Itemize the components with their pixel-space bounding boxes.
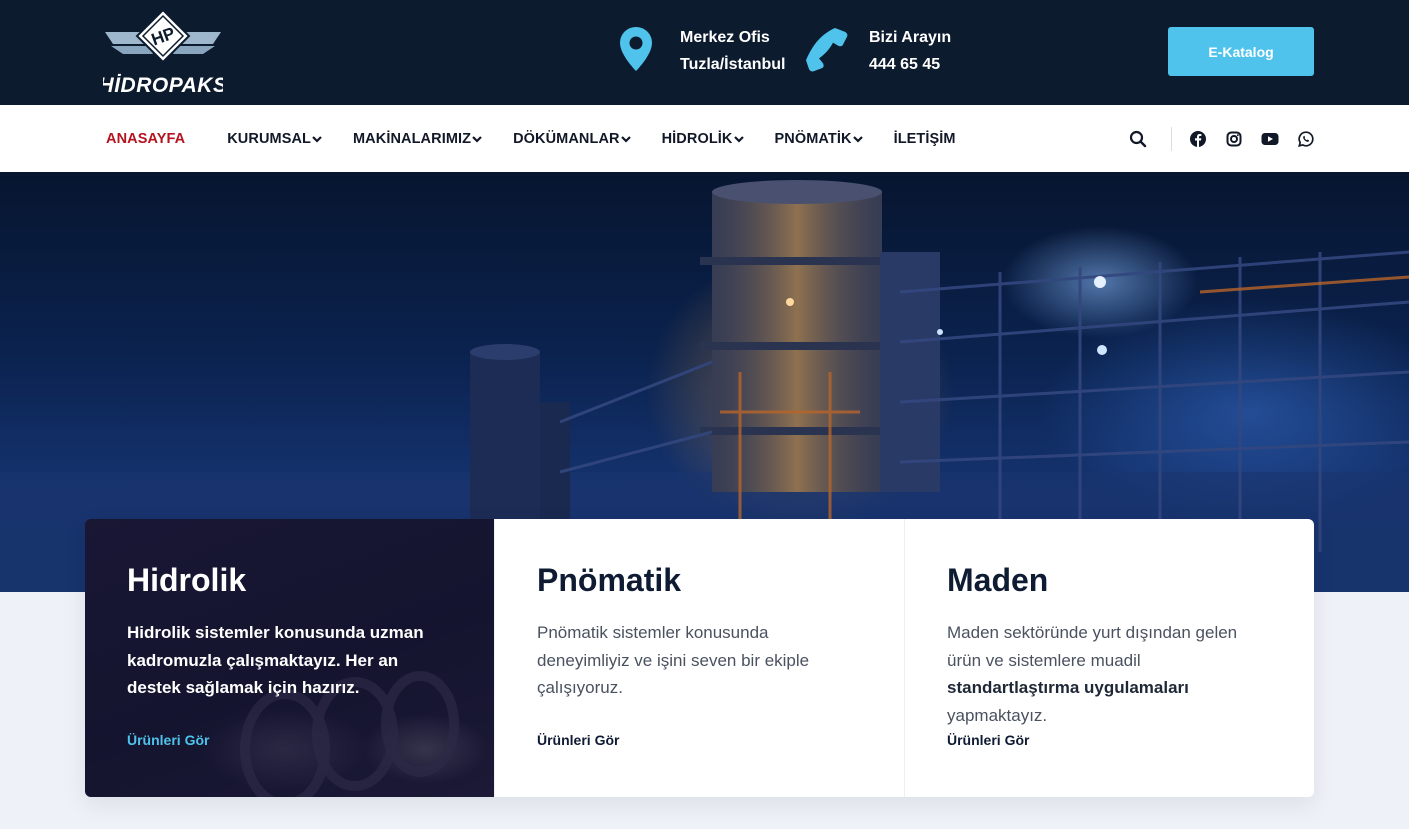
nav-item-label: ANASAYFA: [106, 130, 186, 147]
card-text: Maden sektöründe yurt dışından gelen ürü…: [947, 619, 1273, 729]
office-title: Merkez Ofis: [680, 29, 770, 46]
card-pnomatik: Pnömatik Pnömatik sistemler konusunda de…: [494, 519, 904, 797]
nav-item-label: DÖKÜMANLAR: [513, 130, 620, 147]
chevron-down-icon: [852, 135, 863, 143]
e-catalog-button[interactable]: E-Katalog: [1168, 27, 1314, 76]
whatsapp-icon[interactable]: [1297, 130, 1315, 148]
nav-item-pnomatik[interactable]: PNÖMATİK: [775, 131, 863, 147]
card-title: Maden: [947, 562, 1049, 598]
hidropaks-logo[interactable]: HP HİDROPAKS: [99, 8, 227, 97]
nav-item-makinalarimiz[interactable]: MAKİNALARIMIZ: [353, 131, 482, 147]
card-title: Pnömatik: [537, 562, 682, 598]
youtube-icon[interactable]: [1261, 130, 1279, 148]
card-title: Hidrolik: [127, 562, 247, 598]
card-text-bold: standartlaştırma uygulamaları: [947, 678, 1189, 697]
nav-item-label: MAKİNALARIMIZ: [353, 130, 472, 147]
facebook-icon[interactable]: [1189, 130, 1207, 148]
card-text-part: Maden sektöründe yurt dışından gelen ürü…: [947, 623, 1238, 670]
phone-number[interactable]: 444 65 45: [869, 51, 951, 78]
nav-item-kurumsal[interactable]: KURUMSAL: [227, 131, 322, 147]
service-cards: Hidrolik Hidrolik sistemler konusunda uz…: [85, 519, 1314, 797]
main-navbar: ANASAYFA KURUMSAL MAKİNALARIMIZ DÖKÜMANL…: [0, 105, 1409, 172]
chevron-down-icon: [312, 135, 322, 143]
card-maden: Maden Maden sektöründe yurt dışından gel…: [904, 519, 1314, 797]
nav-actions: [1129, 105, 1315, 172]
phone-title: Bizi Arayın: [869, 29, 952, 46]
search-icon[interactable]: [1129, 130, 1147, 148]
office-info: Merkez Ofis Tuzla/İstanbul: [614, 24, 785, 78]
card-text: Pnömatik sistemler konusunda deneyimliyi…: [537, 623, 810, 697]
chevron-down-icon: [733, 135, 744, 143]
nav-item-label: PNÖMATİK: [774, 130, 852, 147]
chevron-down-icon: [472, 135, 482, 143]
view-products-link[interactable]: Ürünleri Gör: [537, 732, 619, 748]
office-value: Tuzla/İstanbul: [680, 56, 786, 73]
view-products-link[interactable]: Ürünleri Gör: [947, 732, 1029, 748]
nav-item-iletisim[interactable]: İLETİŞİM: [894, 131, 956, 147]
nav-item-label: HİDROLİK: [661, 130, 733, 147]
nav-item-anasayfa[interactable]: ANASAYFA: [106, 131, 185, 147]
nav-menu: ANASAYFA KURUMSAL MAKİNALARIMIZ DÖKÜMANL…: [106, 105, 956, 172]
nav-item-label: KURUMSAL: [227, 130, 311, 147]
nav-item-label: İLETİŞİM: [893, 130, 956, 147]
view-products-link[interactable]: Ürünleri Gör: [127, 732, 209, 748]
phone-info: Bizi Arayın 444 65 45: [805, 24, 951, 78]
instagram-icon[interactable]: [1225, 130, 1243, 148]
chevron-down-icon: [620, 135, 631, 143]
map-pin-icon: [614, 24, 658, 74]
top-header: HP HİDROPAKS Merkez Ofis Tuzla/İstanbul …: [0, 0, 1409, 105]
nav-divider: [1171, 126, 1172, 151]
card-text-part: yapmaktayız.: [947, 705, 1048, 725]
nav-item-hidrolik[interactable]: HİDROLİK: [662, 131, 744, 147]
nav-item-dokumanlar[interactable]: DÖKÜMANLAR: [513, 131, 631, 147]
card-hidrolik: Hidrolik Hidrolik sistemler konusunda uz…: [85, 519, 494, 797]
logo-wordmark: HİDROPAKS: [103, 74, 223, 96]
card-text: Hidrolik sistemler konusunda uzman kadro…: [127, 623, 424, 697]
phone-icon[interactable]: [805, 24, 849, 74]
